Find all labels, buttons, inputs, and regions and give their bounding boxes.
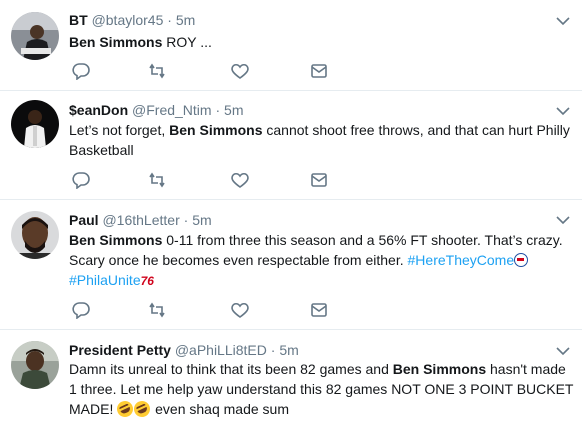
reply-icon[interactable] — [71, 301, 91, 319]
tweet-actions — [69, 62, 349, 80]
tweet-text-pre: Let’s not forget, — [69, 122, 170, 138]
display-name[interactable]: Paul — [69, 212, 99, 228]
display-name[interactable]: President Petty — [69, 342, 171, 358]
envelope-icon[interactable] — [309, 301, 329, 319]
tweet[interactable]: BT @btaylor45 · 5m Ben Simmons ROY ... — [0, 0, 582, 91]
separator: · — [167, 12, 172, 28]
display-name[interactable]: BT — [69, 12, 88, 28]
chevron-down-icon[interactable] — [556, 215, 570, 225]
user-handle[interactable]: @Fred_Ntim — [132, 102, 212, 118]
chevron-down-icon[interactable] — [556, 16, 570, 26]
user-handle[interactable]: @16thLetter — [102, 212, 179, 228]
hashtag-link[interactable]: #HereTheyCome — [408, 252, 515, 268]
mention-bold: Ben Simmons — [392, 361, 487, 377]
timestamp[interactable]: 5m — [279, 342, 298, 358]
separator: · — [215, 102, 221, 118]
tweet-text-rest: ROY ... — [162, 34, 212, 50]
timestamp[interactable]: 5m — [176, 12, 195, 28]
reply-icon[interactable] — [71, 171, 91, 189]
sixers-76-emoji-icon: 76 — [140, 274, 154, 288]
tweet-actions — [69, 171, 349, 189]
retweet-icon[interactable] — [147, 171, 167, 189]
tweet-actions — [69, 301, 349, 319]
chevron-down-icon[interactable] — [556, 346, 570, 356]
tweet[interactable]: President Petty @aPhiLLi8tED · 5m Damn i… — [0, 330, 582, 426]
tweet-feed: BT @btaylor45 · 5m Ben Simmons ROY ... $… — [0, 0, 582, 426]
avatar[interactable] — [11, 100, 59, 148]
user-handle[interactable]: @btaylor45 — [92, 12, 164, 28]
tweet-header: BT @btaylor45 · 5m — [69, 11, 195, 29]
separator: · — [270, 342, 276, 358]
tweet-text: Damn its unreal to think that its been 8… — [69, 359, 575, 420]
display-name[interactable]: $eanDon — [69, 102, 128, 118]
heart-icon[interactable] — [230, 171, 250, 189]
reply-icon[interactable] — [71, 62, 91, 80]
mention-bold: Ben Simmons — [69, 232, 163, 248]
tweet-header: Paul @16thLetter · 5m — [69, 211, 212, 229]
tweet-text-pre: Damn its unreal to think that its been 8… — [69, 361, 393, 377]
tweet-header: $eanDon @Fred_Ntim · 5m — [69, 101, 243, 119]
tweet-text-tail: even shaq made sum — [151, 401, 289, 417]
tweet-header: President Petty @aPhiLLi8tED · 5m — [69, 341, 299, 359]
timestamp[interactable]: 5m — [192, 212, 211, 228]
avatar[interactable] — [11, 211, 59, 259]
user-handle[interactable]: @aPhiLLi8tED — [175, 342, 267, 358]
rofl-emoji-icon — [131, 398, 153, 420]
tweet[interactable]: $eanDon @Fred_Ntim · 5m Let’s not forget… — [0, 91, 582, 200]
avatar[interactable] — [11, 12, 59, 60]
chevron-down-icon[interactable] — [556, 106, 570, 116]
tweet-text: Ben Simmons ROY ... — [69, 32, 575, 52]
retweet-icon[interactable] — [147, 62, 167, 80]
envelope-icon[interactable] — [309, 171, 329, 189]
sixers-emoji-icon — [514, 253, 529, 267]
avatar[interactable] — [11, 341, 59, 389]
envelope-icon[interactable] — [309, 62, 329, 80]
separator: · — [183, 212, 189, 228]
mention-bold: Ben Simmons — [69, 34, 163, 50]
tweet[interactable]: Paul @16thLetter · 5m Ben Simmons 0-11 f… — [0, 200, 582, 330]
mention-bold: Ben Simmons — [169, 122, 263, 138]
timestamp[interactable]: 5m — [224, 102, 243, 118]
heart-icon[interactable] — [230, 301, 250, 319]
tweet-text: Ben Simmons 0-11 from three this season … — [69, 230, 575, 291]
tweet-text: Let’s not forget, Ben Simmons cannot sho… — [69, 120, 575, 160]
heart-icon[interactable] — [230, 62, 250, 80]
hashtag-link[interactable]: #PhilaUnite — [69, 272, 141, 288]
retweet-icon[interactable] — [147, 301, 167, 319]
